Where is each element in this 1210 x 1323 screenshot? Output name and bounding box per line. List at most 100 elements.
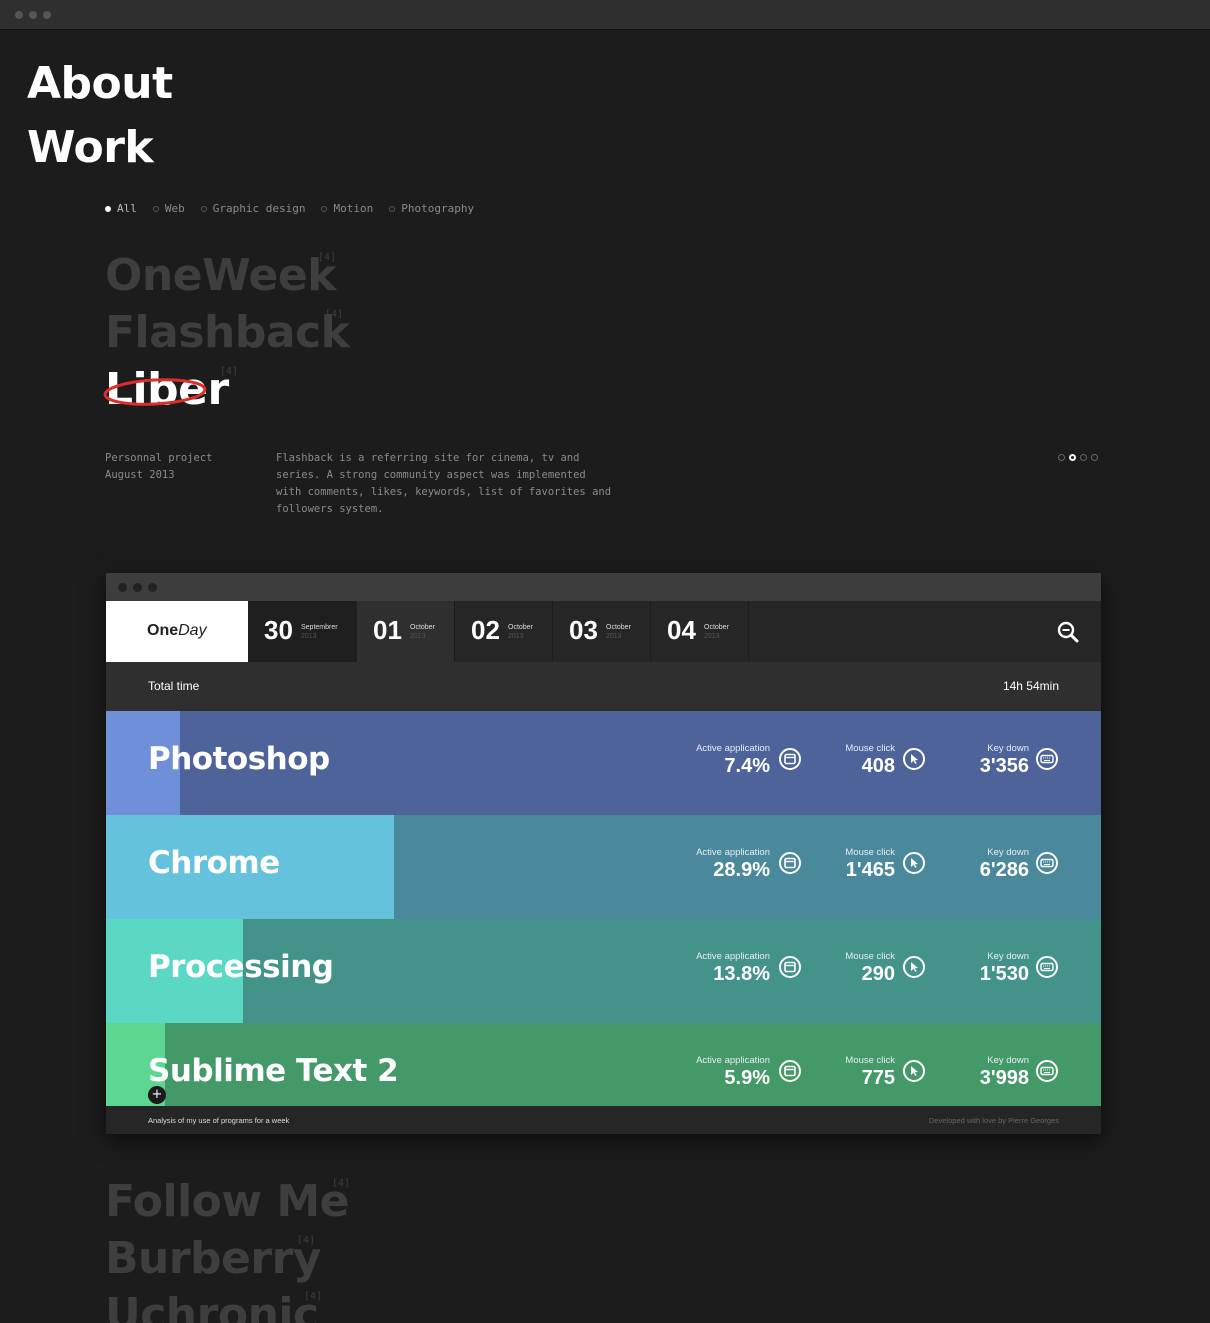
stat-label: Active application xyxy=(696,1055,770,1066)
program-name: Chrome xyxy=(148,845,280,881)
active-application-stat: Active application 28.9% xyxy=(696,847,770,881)
window-icon xyxy=(779,852,801,874)
stat-label: Active application xyxy=(696,743,770,754)
category-filters: All Web Graphic design Motion Photograph… xyxy=(105,202,474,215)
project-burberry[interactable]: Burberry [4] xyxy=(105,1233,321,1284)
total-time-bar: Total time 14h 54min xyxy=(106,662,1101,711)
stat-value: 290 xyxy=(861,963,895,985)
filter-label: All xyxy=(117,202,137,215)
window-minimize-dot[interactable] xyxy=(29,11,37,19)
project-follow-me[interactable]: Follow Me [4] xyxy=(105,1176,350,1227)
day-tab-02[interactable]: 02 October 2013 xyxy=(455,601,553,662)
nav-about-link[interactable]: About xyxy=(27,52,173,116)
stat-value: 13.8% xyxy=(713,963,770,985)
mouse-click-stat: Mouse click 1'465 xyxy=(845,847,895,881)
stat-label: Mouse click xyxy=(845,951,895,962)
logo-italic: Day xyxy=(178,622,207,639)
mouse-click-stat: Mouse click 775 xyxy=(845,1055,895,1089)
day-year: 2013 xyxy=(606,633,622,640)
filter-web[interactable]: Web xyxy=(152,202,185,215)
window-maximize-dot[interactable] xyxy=(43,11,51,19)
program-name: Sublime Text 2 xyxy=(148,1053,399,1089)
stat-value: 408 xyxy=(861,755,895,777)
day-tab-04[interactable]: 04 October 2013 xyxy=(651,601,749,662)
nav-work-link[interactable]: Work xyxy=(27,116,173,180)
key-down-stat: Key down 3'998 xyxy=(980,1055,1029,1089)
project-date: August 2013 xyxy=(105,469,175,481)
project-count: [4] xyxy=(304,1291,323,1302)
filter-label: Web xyxy=(164,202,185,215)
total-time-value: 14h 54min xyxy=(1002,679,1059,693)
window-icon xyxy=(779,748,801,770)
program-name: Processing xyxy=(148,949,334,985)
project-title: Burberry xyxy=(105,1233,321,1284)
pager-dot[interactable] xyxy=(1080,454,1087,461)
day-year: 2013 xyxy=(410,633,426,640)
project-type: Personnal project xyxy=(105,452,213,464)
project-description: Flashback is a referring site for cinema… xyxy=(276,452,612,515)
stat-label: Mouse click xyxy=(845,743,895,754)
day-year: 2013 xyxy=(704,633,720,640)
red-circle-strike-icon xyxy=(103,378,207,406)
keyboard-icon xyxy=(1036,1060,1058,1082)
pager-dot[interactable] xyxy=(1091,454,1098,461)
filter-label: Motion xyxy=(333,202,374,215)
day-year: 2013 xyxy=(508,633,524,640)
project-count: [4] xyxy=(220,366,239,377)
mouse-click-stat: Mouse click 290 xyxy=(845,951,895,985)
project-uchronic[interactable]: Uchronic [4] xyxy=(105,1289,323,1323)
day-number: 01 xyxy=(373,615,402,645)
cursor-icon xyxy=(903,956,925,978)
day-number: 04 xyxy=(667,615,696,645)
program-row-processing[interactable]: Processing Active application 13.8% Mouse… xyxy=(106,919,1101,1023)
oneday-logo[interactable]: OneDay xyxy=(106,601,248,662)
expand-plus-button[interactable]: + xyxy=(148,1086,166,1104)
browser-chrome-bar xyxy=(0,0,1210,30)
radio-dot-icon xyxy=(321,205,328,212)
stat-label: Mouse click xyxy=(845,1055,895,1066)
project-flashback[interactable]: Flashback [4] xyxy=(105,307,350,358)
pager-dot-active[interactable] xyxy=(1069,454,1076,461)
key-down-stat: Key down 3'356 xyxy=(980,743,1029,777)
day-number: 03 xyxy=(569,615,598,645)
program-row-chrome[interactable]: Chrome Active application 28.9% Mouse cli… xyxy=(106,815,1101,919)
footer-caption: Analysis of my use of programs for a wee… xyxy=(148,1116,290,1125)
stat-value: 3'356 xyxy=(979,755,1029,777)
project-count: [4] xyxy=(325,309,344,320)
mouse-click-stat: Mouse click 408 xyxy=(845,743,895,777)
day-tab-01[interactable]: 01 October 2013 xyxy=(357,601,455,662)
filter-motion[interactable]: Motion xyxy=(321,202,373,215)
program-row-sublime-text[interactable]: Sublime Text 2 Active application 5.9% Mo… xyxy=(106,1023,1101,1106)
total-time-label: Total time xyxy=(148,679,200,693)
filter-label: Photography xyxy=(401,202,475,215)
stat-label: Key down xyxy=(987,1055,1029,1066)
search-zoom-icon[interactable] xyxy=(1057,621,1079,643)
program-row-photoshop[interactable]: Photoshop Active application 7.4% Mouse c… xyxy=(106,711,1101,815)
filter-graphic-design[interactable]: Graphic design xyxy=(200,202,305,215)
radio-dot-icon xyxy=(200,205,207,212)
portfolio-page: About Work All Web Graphic design Motion… xyxy=(0,30,1210,1323)
slide-pager xyxy=(1058,454,1098,461)
filter-photography[interactable]: Photography xyxy=(389,202,474,215)
cursor-icon xyxy=(903,852,925,874)
stat-value: 5.9% xyxy=(724,1067,770,1089)
window-close-dot[interactable] xyxy=(15,11,23,19)
stat-value: 1'530 xyxy=(979,963,1029,985)
pager-dot[interactable] xyxy=(1058,454,1065,461)
filter-all[interactable]: All xyxy=(105,202,137,215)
oneday-app-window: OneDay 30 Septembrer 2013 01 October 201… xyxy=(106,573,1101,1134)
window-icon xyxy=(779,956,801,978)
program-name: Photoshop xyxy=(148,741,330,777)
project-oneweek[interactable]: OneWeek [4] xyxy=(105,250,336,301)
stat-value: 775 xyxy=(861,1067,895,1089)
project-title: Follow Me xyxy=(105,1176,350,1227)
footer-credit[interactable]: Developed with love by Pierre Georges xyxy=(929,1116,1059,1125)
project-liber[interactable]: Liber [4] xyxy=(103,364,238,415)
radio-dot-icon xyxy=(105,205,111,212)
day-tab-30[interactable]: 30 Septembrer 2013 xyxy=(248,601,357,662)
stat-label: Key down xyxy=(987,951,1029,962)
day-year: 2013 xyxy=(301,633,317,640)
day-tab-03[interactable]: 03 October 2013 xyxy=(553,601,651,662)
logo-bold: One xyxy=(147,622,179,639)
stat-label: Active application xyxy=(696,951,770,962)
